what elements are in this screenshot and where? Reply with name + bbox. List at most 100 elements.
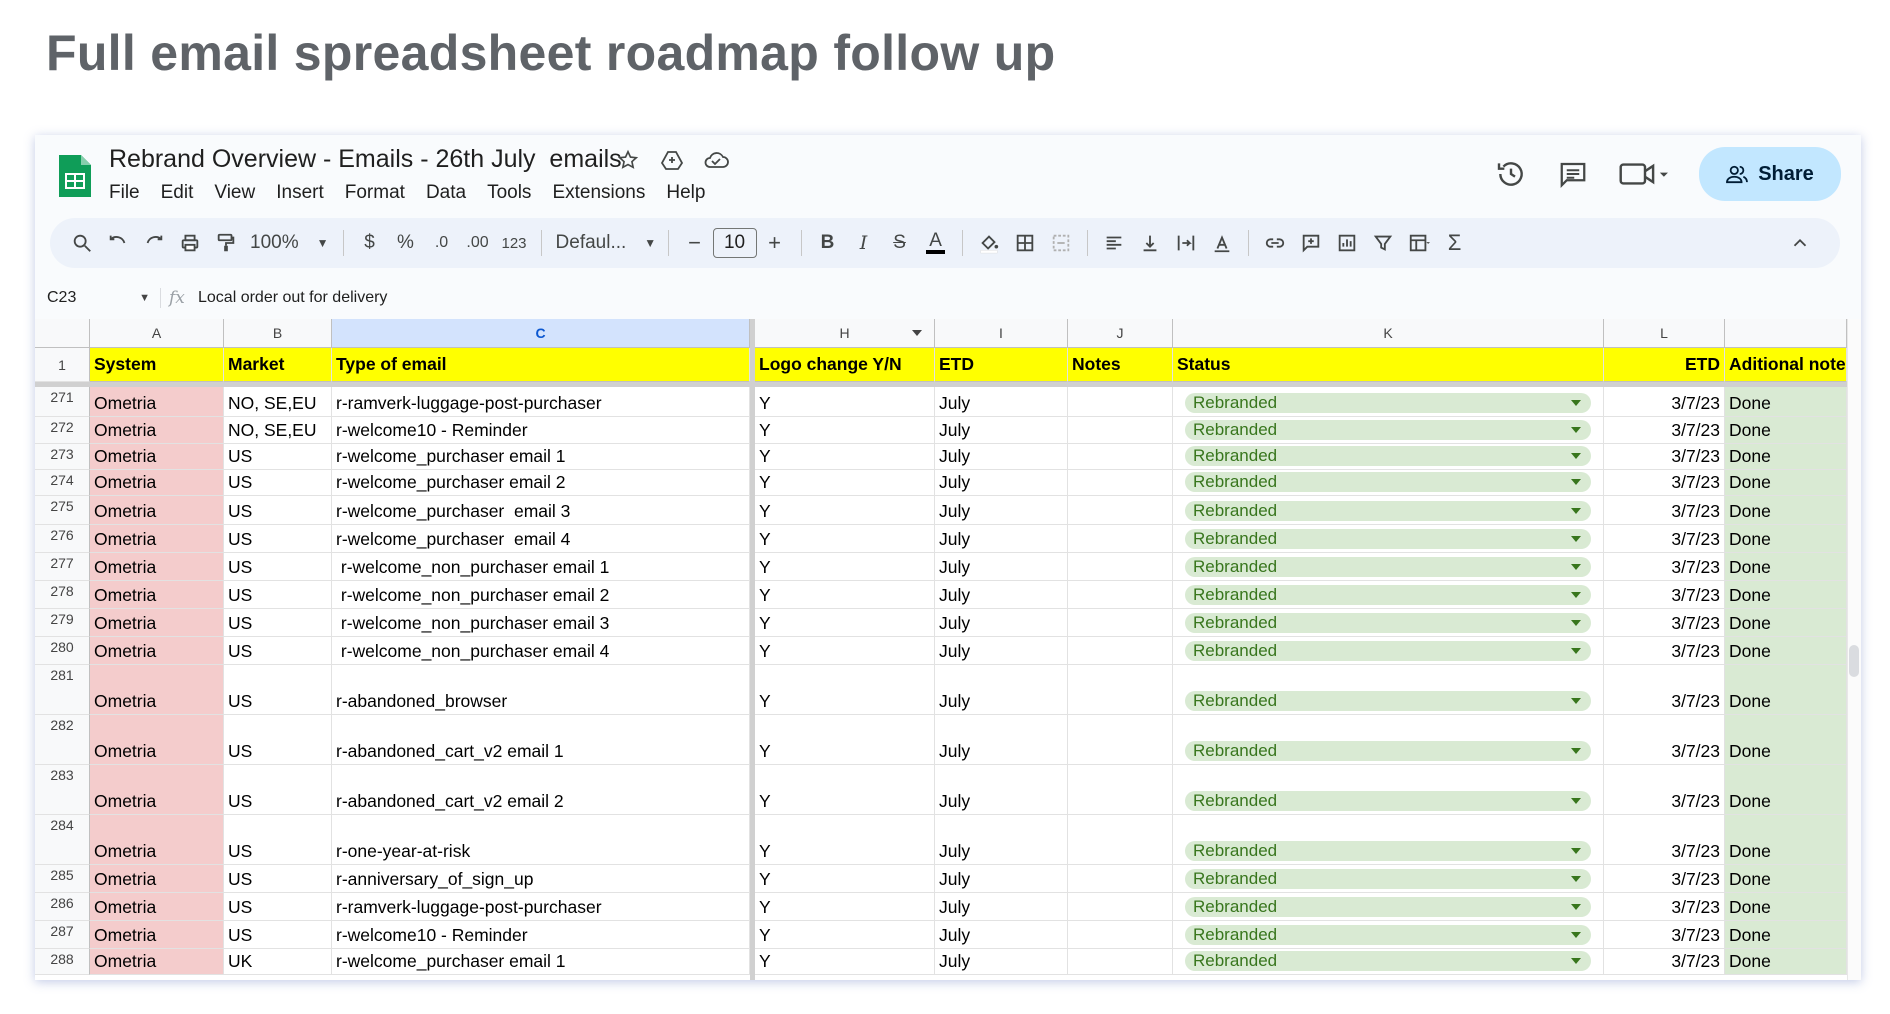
cell-notes[interactable]: Notes <box>1068 348 1173 382</box>
cell-etd2[interactable]: 3/7/23 <box>1604 496 1725 525</box>
print-icon[interactable] <box>172 225 208 261</box>
status-dropdown-chip[interactable]: Rebranded <box>1185 951 1591 971</box>
filter-icon[interactable] <box>1365 225 1401 261</box>
cell-market[interactable]: US <box>224 637 332 665</box>
cell-etd[interactable]: July <box>935 444 1068 470</box>
valign-icon[interactable] <box>1132 225 1168 261</box>
cell-system[interactable]: Ometria <box>90 525 224 553</box>
cell-market[interactable]: NO, SE,EU <box>224 417 332 444</box>
cell-status[interactable]: Rebranded <box>1173 525 1604 553</box>
cell-system[interactable]: Ometria <box>90 921 224 949</box>
sheets-logo-icon[interactable] <box>57 153 93 199</box>
cell-notes[interactable] <box>1068 765 1173 815</box>
cell-system[interactable]: Ometria <box>90 581 224 609</box>
cell-etd[interactable]: July <box>935 921 1068 949</box>
cell-etd[interactable]: July <box>935 765 1068 815</box>
cell-notes[interactable] <box>1068 815 1173 865</box>
share-button[interactable]: Share <box>1699 147 1841 201</box>
cell-type[interactable]: r-welcome10 - Reminder <box>332 417 750 444</box>
cell-etd2[interactable]: 3/7/23 <box>1604 665 1725 715</box>
cell-notes[interactable] <box>1068 553 1173 581</box>
column-header-col-k[interactable]: K <box>1173 319 1604 348</box>
cell-etd[interactable]: July <box>935 525 1068 553</box>
cell-type[interactable]: r-welcome_non_purchaser email 3 <box>332 609 750 637</box>
menu-edit[interactable]: Edit <box>161 180 205 206</box>
column-header-col-i[interactable]: I <box>935 319 1068 348</box>
cell-market[interactable]: US <box>224 444 332 470</box>
cell-status[interactable]: Rebranded <box>1173 865 1604 893</box>
cell-status[interactable]: Rebranded <box>1173 815 1604 865</box>
cell-type[interactable]: r-abandoned_cart_v2 email 1 <box>332 715 750 765</box>
cell-system[interactable]: Ometria <box>90 637 224 665</box>
cell-logo[interactable]: Y <box>755 496 935 525</box>
cell-notes[interactable] <box>1068 387 1173 417</box>
wrap-icon[interactable] <box>1168 225 1204 261</box>
cell-status[interactable]: Rebranded <box>1173 637 1604 665</box>
row-number[interactable]: 271 <box>35 387 90 417</box>
link-icon[interactable] <box>1257 225 1293 261</box>
cell-type[interactable]: r-abandoned_cart_v2 email 2 <box>332 765 750 815</box>
move-icon[interactable] <box>659 147 685 173</box>
cell-etd2[interactable]: 3/7/23 <box>1604 417 1725 444</box>
font-size-input[interactable]: 10 <box>712 228 757 258</box>
undo-icon[interactable] <box>100 225 136 261</box>
cell-etd2[interactable]: 3/7/23 <box>1604 865 1725 893</box>
document-title[interactable]: Rebrand Overview - Emails - 26th July em… <box>109 145 622 174</box>
cell-notes[interactable] <box>1068 470 1173 496</box>
menu-tools[interactable]: Tools <box>487 180 542 206</box>
cell-etd[interactable]: July <box>935 609 1068 637</box>
menu-format[interactable]: Format <box>345 180 416 206</box>
cell-etd[interactable]: ETD <box>935 348 1068 382</box>
cell-notes[interactable] <box>1068 949 1173 975</box>
cell-logo[interactable]: Y <box>755 715 935 765</box>
status-dropdown-chip[interactable]: Rebranded <box>1185 741 1591 761</box>
status-dropdown-chip[interactable]: Rebranded <box>1185 501 1591 521</box>
percent-format-button[interactable]: % <box>388 225 424 261</box>
cell-logo[interactable]: Y <box>755 581 935 609</box>
cell-market[interactable]: US <box>224 815 332 865</box>
cell-etd[interactable]: July <box>935 496 1068 525</box>
cell-etd2[interactable]: 3/7/23 <box>1604 715 1725 765</box>
text-color-icon[interactable]: A <box>918 225 954 261</box>
menu-insert[interactable]: Insert <box>276 180 335 206</box>
status-dropdown-chip[interactable]: Rebranded <box>1185 791 1591 811</box>
cell-additional[interactable]: Done <box>1725 417 1847 444</box>
cell-logo[interactable]: Y <box>755 921 935 949</box>
status-dropdown-chip[interactable]: Rebranded <box>1185 446 1591 466</box>
cell-additional[interactable]: Done <box>1725 921 1847 949</box>
cell-system[interactable]: Ometria <box>90 496 224 525</box>
cell-additional[interactable]: Done <box>1725 525 1847 553</box>
cell-additional[interactable]: Done <box>1725 765 1847 815</box>
comment-icon[interactable] <box>1293 225 1329 261</box>
column-header-col-h[interactable]: H <box>755 319 935 348</box>
cell-etd[interactable]: July <box>935 417 1068 444</box>
cell-additional[interactable]: Done <box>1725 387 1847 417</box>
cell-additional[interactable]: Done <box>1725 665 1847 715</box>
cell-etd2[interactable]: 3/7/23 <box>1604 815 1725 865</box>
row-number[interactable]: 277 <box>35 553 90 581</box>
column-header-col-c[interactable]: C <box>332 319 750 348</box>
increase-decimal-button[interactable]: .00 <box>460 225 496 261</box>
cell-etd[interactable]: July <box>935 665 1068 715</box>
cell-etd2[interactable]: ETD <box>1604 348 1725 382</box>
status-dropdown-chip[interactable]: Rebranded <box>1185 925 1591 945</box>
redo-icon[interactable] <box>136 225 172 261</box>
strikethrough-icon[interactable]: S <box>882 225 918 261</box>
cell-type[interactable]: r-welcome_non_purchaser email 2 <box>332 581 750 609</box>
name-box[interactable]: C23 ▼ <box>35 289 160 307</box>
column-header-col-l[interactable]: L <box>1604 319 1725 348</box>
cell-status[interactable]: Rebranded <box>1173 387 1604 417</box>
status-dropdown-chip[interactable]: Rebranded <box>1185 613 1591 633</box>
cell-type[interactable]: r-welcome_non_purchaser email 1 <box>332 553 750 581</box>
cell-notes[interactable] <box>1068 444 1173 470</box>
column-header-col-j[interactable]: J <box>1068 319 1173 348</box>
cell-logo[interactable]: Y <box>755 387 935 417</box>
row-number[interactable]: 282 <box>35 715 90 765</box>
borders-icon[interactable] <box>1007 225 1043 261</box>
column-header-col-a[interactable]: A <box>90 319 224 348</box>
row-number[interactable]: 278 <box>35 581 90 609</box>
cell-type[interactable]: r-welcome_purchaser email 1 <box>332 949 750 975</box>
cell-etd2[interactable]: 3/7/23 <box>1604 581 1725 609</box>
cell-additional[interactable]: Done <box>1725 865 1847 893</box>
cell-market[interactable]: NO, SE,EU <box>224 387 332 417</box>
